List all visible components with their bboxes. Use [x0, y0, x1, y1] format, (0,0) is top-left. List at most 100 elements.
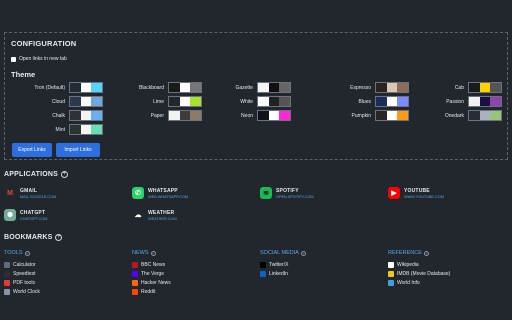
theme-option-gazette[interactable]: Gazette	[197, 82, 291, 93]
theme-option-cab[interactable]: Cab	[408, 82, 502, 93]
weather-icon: ☁	[134, 212, 142, 219]
export-links-button[interactable]: Export Links	[12, 143, 52, 157]
theme-option-lime[interactable]: Lime	[108, 96, 202, 107]
bookmark-label: World Clock	[13, 288, 40, 295]
theme-swatch	[69, 124, 103, 135]
theme-option-blackboard[interactable]: Blackboard	[108, 82, 202, 93]
theme-option-chalk[interactable]: Chalk	[9, 110, 103, 121]
bookmark-link[interactable]: Hacker News	[132, 278, 171, 287]
applications-title: APPLICATIONS	[4, 171, 58, 178]
add-to-group-icon[interactable]: +	[150, 250, 156, 256]
theme-name: Chalk	[52, 112, 65, 119]
clock-icon	[4, 288, 10, 295]
bookmark-group-header: REFERENCE +	[388, 250, 450, 256]
speedtest-icon	[4, 270, 10, 277]
theme-swatch	[69, 82, 103, 93]
bookmark-link[interactable]: BBC News	[132, 260, 171, 269]
app-name: YOUTUBE	[404, 187, 430, 194]
bookmark-label: Twitter/X	[269, 261, 289, 268]
bookmark-label: IMDB (Movie Database)	[397, 270, 451, 277]
app-tile-weather[interactable]: ☁ WEATHER WEATHER.COM	[132, 209, 177, 221]
bookmark-label: Wikipedia	[397, 261, 419, 268]
theme-name: Tron (Default)	[34, 84, 65, 91]
app-tile-gmail[interactable]: M GMAIL MAIL.GOOGLE.COM	[4, 187, 56, 199]
bookmark-link[interactable]: Twitter/X	[260, 260, 306, 269]
add-application-icon[interactable]: +	[61, 171, 68, 178]
theme-title: Theme	[11, 70, 36, 79]
verge-icon	[132, 270, 138, 277]
app-tile-spotify[interactable]: ≋ SPOTIFY OPEN.SPOTIFY.COM	[260, 187, 313, 199]
open-in-new-tab-checkbox[interactable]	[11, 56, 16, 62]
x-icon	[260, 261, 266, 268]
theme-option-paper[interactable]: Paper	[108, 110, 202, 121]
app-tile-whatsapp[interactable]: ✆ WHATSAPP WEB.WHATSAPP.COM	[132, 187, 188, 199]
theme-option-blues[interactable]: Blues	[315, 96, 409, 107]
bookmark-label: PDF tools	[13, 279, 35, 286]
app-text: SPOTIFY OPEN.SPOTIFY.COM	[276, 188, 313, 199]
bookmark-group-title: REFERENCE	[388, 250, 422, 256]
bookmark-label: LinkedIn	[269, 270, 288, 277]
bookmark-link[interactable]: PDF tools	[4, 278, 40, 287]
bookmark-link[interactable]: LinkedIn	[260, 269, 306, 278]
theme-option-mint[interactable]: Mint	[9, 124, 103, 135]
add-bookmark-icon[interactable]: +	[55, 234, 63, 241]
app-tile-youtube[interactable]: ▶ YOUTUBE WWW.YOUTUBE.COM	[388, 187, 444, 199]
theme-option-passion[interactable]: Passion	[408, 96, 502, 107]
bookmark-label: Reddit	[141, 288, 156, 295]
app-url: OPEN.SPOTIFY.COM	[276, 194, 314, 199]
app-url: WWW.YOUTUBE.COM	[404, 194, 444, 199]
theme-swatch	[468, 82, 502, 93]
theme-swatch	[257, 96, 291, 107]
add-to-group-icon[interactable]: +	[300, 250, 306, 256]
theme-option-pumpkin[interactable]: Pumpkin	[315, 110, 409, 121]
bookmark-link[interactable]: Calculator	[4, 260, 40, 269]
app-text: GMAIL MAIL.GOOGLE.COM	[20, 188, 56, 199]
theme-option-espresso[interactable]: Espresso	[315, 82, 409, 93]
bookmark-link[interactable]: The Verge	[132, 269, 171, 278]
theme-name: Cab	[454, 84, 464, 91]
app-tile-chatgpt[interactable]: ✺ CHATGPT CHATGPT.COM	[4, 209, 47, 221]
bookmarks-header: BOOKMARKS +	[4, 234, 63, 241]
theme-name: Cloud	[51, 98, 65, 105]
bookmark-link[interactable]: World Info	[388, 278, 450, 287]
app-name: SPOTIFY	[276, 187, 299, 194]
theme-option-tron-default[interactable]: Tron (Default)	[9, 82, 103, 93]
app-name: GMAIL	[20, 187, 38, 194]
wikipedia-icon	[388, 261, 394, 268]
theme-option-white[interactable]: White	[197, 96, 291, 107]
bookmark-label: Calculator	[13, 261, 36, 268]
bookmark-label: Hacker News	[141, 279, 171, 286]
theme-name: Neon	[241, 112, 253, 119]
whatsapp-icon: ✆	[132, 187, 144, 199]
app-name: WEATHER	[148, 209, 175, 216]
bookmark-label: Speedtest	[13, 270, 36, 277]
theme-name: Onedark	[444, 112, 464, 119]
theme-option-cloud[interactable]: Cloud	[9, 96, 103, 107]
bookmark-group-header: TOOLS +	[4, 250, 40, 256]
bookmark-link[interactable]: World Clock	[4, 287, 40, 296]
configuration-title: CONFIGURATION	[11, 39, 77, 48]
theme-name: White	[240, 98, 253, 105]
pdf-icon	[4, 279, 10, 286]
add-to-group-icon[interactable]: +	[423, 250, 429, 256]
app-text: WEATHER WEATHER.COM	[148, 210, 177, 221]
applications-header: APPLICATIONS +	[4, 171, 68, 178]
bookmark-link[interactable]: Reddit	[132, 287, 171, 296]
theme-name: Pumpkin	[351, 112, 371, 119]
add-to-group-icon[interactable]: +	[24, 250, 30, 256]
bookmark-link[interactable]: Wikipedia	[388, 260, 450, 269]
theme-name: Espresso	[350, 84, 371, 91]
theme-option-onedark[interactable]: Onedark	[408, 110, 502, 121]
bookmark-link[interactable]: Speedtest	[4, 269, 40, 278]
theme-swatch	[69, 96, 103, 107]
theme-option-neon[interactable]: Neon	[197, 110, 291, 121]
bookmarks-title: BOOKMARKS	[4, 234, 53, 241]
open-in-new-tab-option[interactable]: Open links in new tab	[11, 56, 67, 62]
app-name: WHATSAPP	[148, 187, 178, 194]
import-links-button[interactable]: Import Links	[56, 143, 100, 157]
bookmark-link[interactable]: IMDB (Movie Database)	[388, 269, 450, 278]
theme-swatch	[375, 82, 409, 93]
reddit-icon	[132, 288, 138, 295]
app-text: WHATSAPP WEB.WHATSAPP.COM	[148, 188, 188, 199]
bookmark-group-reference: REFERENCE + Wikipedia IMDB (Movie Database)…	[388, 250, 450, 287]
